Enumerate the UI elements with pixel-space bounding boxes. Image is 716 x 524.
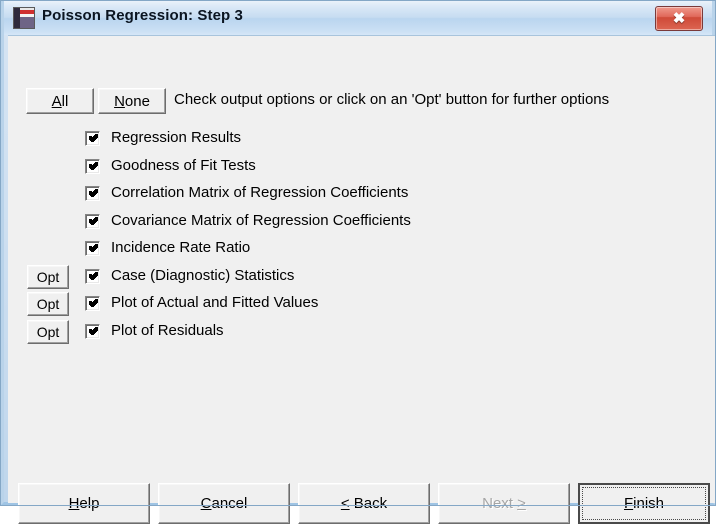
back-button[interactable]: < Back bbox=[298, 483, 430, 524]
option-row: Goodness of Fit Tests bbox=[8, 156, 708, 180]
option-row: Incidence Rate Ratio bbox=[8, 238, 708, 262]
cancel-button-mnemonic: C bbox=[200, 495, 212, 512]
checkmark-icon bbox=[88, 130, 99, 144]
opt-button[interactable]: Opt bbox=[27, 319, 69, 344]
option-row: Opt Plot of Actual and Fitted Values bbox=[8, 292, 708, 317]
opt-button[interactable]: Opt bbox=[27, 264, 69, 289]
option-label[interactable]: Plot of Residuals bbox=[111, 322, 224, 339]
next-button-mnemonic: > bbox=[517, 495, 526, 512]
option-row: Regression Results bbox=[8, 128, 708, 152]
option-checkbox[interactable] bbox=[85, 268, 100, 284]
app-icon bbox=[13, 7, 35, 29]
close-button[interactable]: ✖ bbox=[655, 6, 703, 31]
cancel-button-label: ancel bbox=[211, 495, 248, 512]
finish-button[interactable]: Finish bbox=[578, 483, 710, 524]
help-button-mnemonic: H bbox=[68, 495, 80, 512]
checkmark-icon bbox=[88, 240, 99, 254]
select-all-button[interactable]: All bbox=[26, 88, 94, 114]
option-label[interactable]: Correlation Matrix of Regression Coeffic… bbox=[111, 184, 408, 201]
back-button-mnemonic: < bbox=[340, 495, 350, 512]
option-label[interactable]: Goodness of Fit Tests bbox=[111, 157, 256, 174]
option-checkbox[interactable] bbox=[85, 186, 100, 201]
back-button-label: Back bbox=[349, 495, 388, 512]
next-button: Next > bbox=[438, 483, 570, 524]
finish-button-mnemonic: F bbox=[623, 495, 634, 512]
opt-button-label: Opt bbox=[36, 268, 60, 285]
help-button-label: elp bbox=[79, 495, 100, 512]
option-checkbox[interactable] bbox=[85, 296, 100, 311]
next-button-label: Next bbox=[482, 495, 518, 512]
dialog-client-area: All None Check output options or click o… bbox=[8, 35, 716, 524]
dialog-window: Poisson Regression: Step 3 ✖ All None Ch… bbox=[0, 0, 716, 524]
none-button-mnemonic: N bbox=[114, 92, 125, 110]
window-title: Poisson Regression: Step 3 bbox=[42, 7, 243, 24]
checkmark-icon bbox=[88, 295, 99, 309]
option-row: Opt Case (Diagnostic) Statistics bbox=[8, 264, 708, 290]
option-label[interactable]: Plot of Actual and Fitted Values bbox=[111, 294, 318, 311]
select-none-button[interactable]: None bbox=[98, 88, 166, 114]
help-button[interactable]: Help bbox=[18, 483, 150, 524]
opt-button[interactable]: Opt bbox=[27, 292, 69, 316]
title-bar[interactable]: Poisson Regression: Step 3 ✖ bbox=[4, 1, 712, 35]
instruction-text: Check output options or click on an 'Opt… bbox=[174, 91, 610, 108]
checkmark-icon bbox=[88, 268, 99, 282]
opt-button-label: Opt bbox=[36, 296, 60, 312]
option-checkbox[interactable] bbox=[85, 131, 100, 146]
option-label[interactable]: Case (Diagnostic) Statistics bbox=[111, 267, 294, 284]
checkmark-icon bbox=[88, 213, 99, 227]
option-checkbox[interactable] bbox=[85, 213, 100, 229]
none-button-rest: one bbox=[124, 92, 150, 110]
cancel-button[interactable]: Cancel bbox=[158, 483, 290, 524]
option-checkbox[interactable] bbox=[85, 158, 100, 174]
checkmark-icon bbox=[88, 323, 99, 337]
all-button-rest: ll bbox=[61, 92, 69, 110]
all-button-mnemonic: A bbox=[51, 92, 62, 110]
option-row: Covariance Matrix of Regression Coeffici… bbox=[8, 211, 708, 235]
checkmark-icon bbox=[88, 185, 99, 199]
checkmark-icon bbox=[88, 158, 99, 172]
option-row: Correlation Matrix of Regression Coeffic… bbox=[8, 183, 708, 207]
option-label[interactable]: Covariance Matrix of Regression Coeffici… bbox=[111, 212, 411, 229]
finish-button-label: inish bbox=[633, 495, 665, 512]
close-icon: ✖ bbox=[672, 10, 686, 27]
option-label[interactable]: Regression Results bbox=[111, 129, 241, 146]
opt-button-label: Opt bbox=[36, 323, 60, 340]
option-checkbox[interactable] bbox=[85, 323, 100, 339]
option-row: Opt Plot of Residuals bbox=[8, 319, 708, 345]
option-label[interactable]: Incidence Rate Ratio bbox=[111, 239, 250, 256]
option-checkbox[interactable] bbox=[85, 241, 100, 256]
